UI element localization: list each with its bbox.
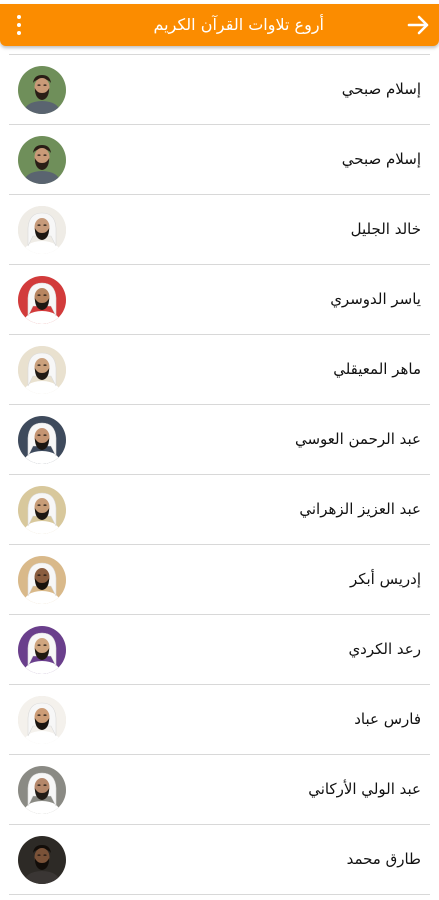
app-bar: أروع تلاوات القرآن الكريم: [0, 4, 439, 46]
reciter-name: عبد الولي الأركاني: [308, 780, 421, 798]
reciter-avatar: [18, 696, 66, 744]
reciter-row[interactable]: إسلام صبحي: [9, 125, 430, 195]
reciter-row[interactable]: رعد الكردي: [9, 615, 430, 685]
reciter-photo: [18, 66, 66, 114]
reciter-name: ياسر الدوسري: [330, 290, 421, 308]
more-options-button[interactable]: [8, 10, 30, 40]
page-title: أروع تلاوات القرآن الكريم: [153, 15, 324, 34]
reciter-avatar: [18, 206, 66, 254]
reciter-row[interactable]: عبد الولي الأركاني: [9, 755, 430, 825]
reciter-photo: [18, 486, 66, 534]
arrow-right-icon: [407, 15, 429, 35]
reciter-row[interactable]: ياسر الدوسري: [9, 265, 430, 335]
reciter-photo: [18, 346, 66, 394]
reciter-photo: [18, 136, 66, 184]
reciter-photo: [18, 556, 66, 604]
reciter-name: عبد العزيز الزهراني: [299, 500, 421, 518]
reciter-photo: [18, 696, 66, 744]
reciter-avatar: [18, 136, 66, 184]
reciter-name: إسلام صبحي: [341, 150, 421, 168]
reciter-row[interactable]: فارس عباد: [9, 685, 430, 755]
reciter-photo: [18, 626, 66, 674]
reciter-avatar: [18, 66, 66, 114]
reciter-avatar: [18, 416, 66, 464]
reciter-photo: [18, 836, 66, 884]
reciter-avatar: [18, 486, 66, 534]
reciter-name: عبد الرحمن العوسي: [294, 430, 421, 448]
reciter-row[interactable]: إسلام صبحي: [9, 54, 430, 125]
reciter-avatar: [18, 626, 66, 674]
more-vertical-icon: [17, 15, 21, 19]
reciter-row[interactable]: عبد الرحمن العوسي: [9, 405, 430, 475]
reciter-photo: [18, 276, 66, 324]
reciter-photo: [18, 766, 66, 814]
more-vertical-icon: [17, 31, 21, 35]
reciter-name: طارق محمد: [346, 850, 421, 868]
reciter-row[interactable]: عبد العزيز الزهراني: [9, 475, 430, 545]
more-vertical-icon: [17, 23, 21, 27]
app-screen: أروع تلاوات القرآن الكريم إسلام صبحي إسلا…: [0, 0, 439, 900]
reciter-photo: [18, 206, 66, 254]
reciter-name: إسلام صبحي: [341, 80, 421, 98]
reciter-row[interactable]: خالد الجليل: [9, 195, 430, 265]
reciter-avatar: [18, 766, 66, 814]
back-button[interactable]: [405, 11, 433, 39]
reciter-avatar: [18, 556, 66, 604]
reciter-name: ماهر المعيقلي: [333, 360, 421, 378]
reciter-row[interactable]: ماهر المعيقلي: [9, 335, 430, 405]
reciter-avatar: [18, 836, 66, 884]
reciter-name: رعد الكردي: [348, 640, 421, 658]
reciter-row[interactable]: إدريس أبكر: [9, 545, 430, 615]
reciter-photo: [18, 416, 66, 464]
reciter-list: إسلام صبحي إسلام صبحي خالد الجليل ياسر الدو…: [9, 54, 430, 895]
reciter-name: خالد الجليل: [350, 220, 421, 238]
reciter-avatar: [18, 276, 66, 324]
reciter-name: إدريس أبكر: [349, 570, 421, 588]
reciter-row[interactable]: طارق محمد: [9, 825, 430, 895]
reciter-avatar: [18, 346, 66, 394]
reciter-name: فارس عباد: [354, 710, 421, 728]
